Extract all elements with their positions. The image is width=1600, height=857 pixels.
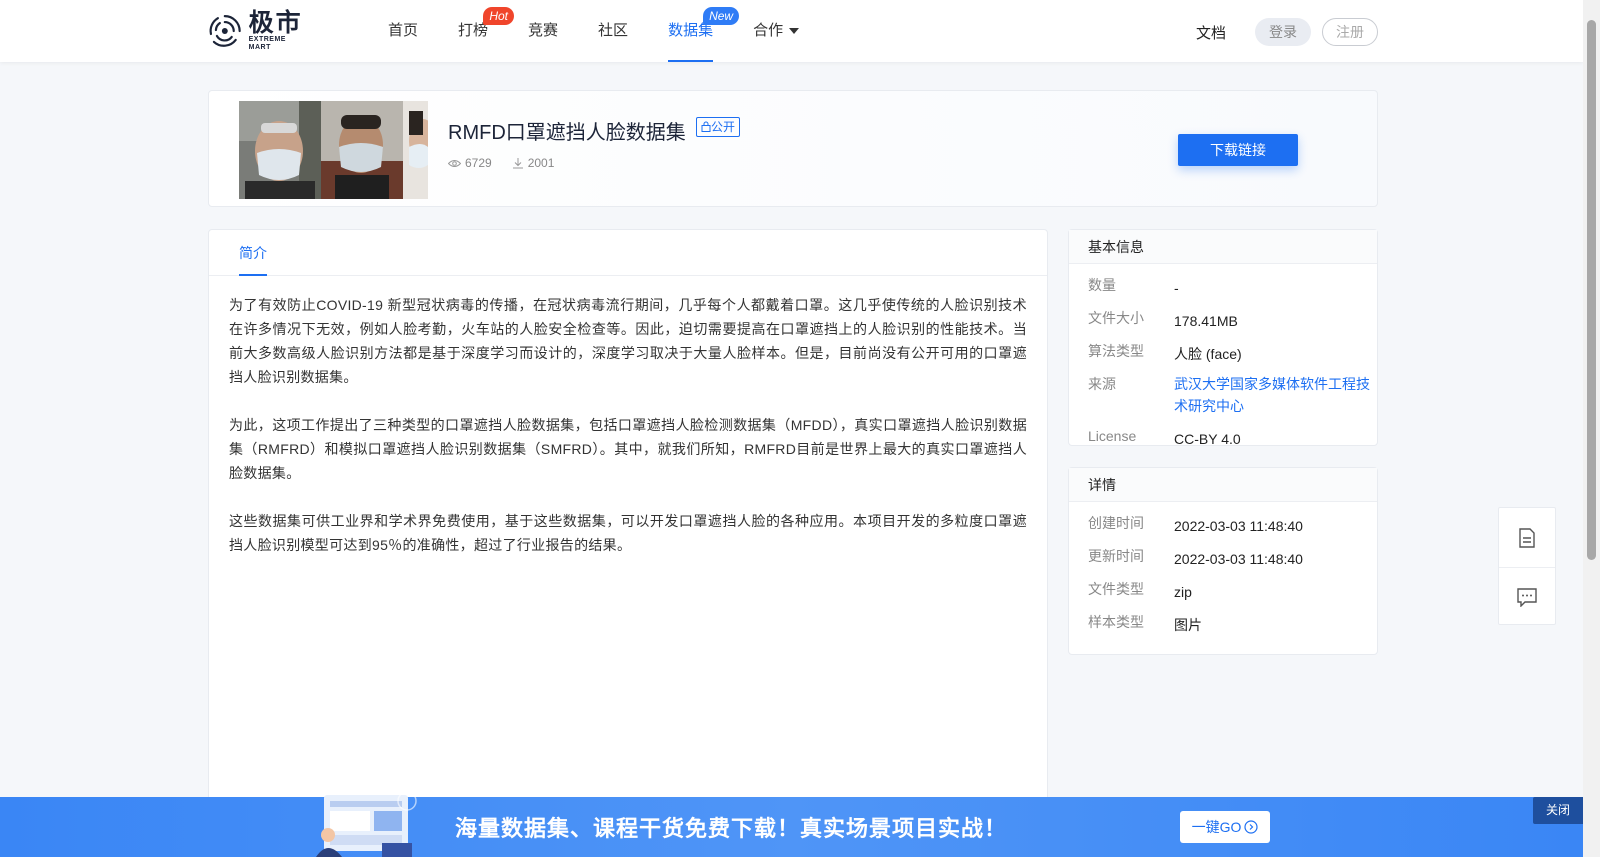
- basic-info-title: 基本信息: [1069, 230, 1377, 264]
- info-row-license: License CC-BY 4.0: [1088, 428, 1241, 447]
- nav-cooperation[interactable]: 合作: [733, 0, 819, 62]
- dataset-summary-card: RMFD口罩遮挡人脸数据集 公开 6729 2001 下载链接: [208, 90, 1378, 207]
- downloads-stat: 2001: [512, 156, 555, 170]
- intro-paragraph: 为了有效防止COVID-19 新型冠状病毒的传播，在冠状病毒流行期间，几乎每个人…: [229, 297, 1027, 385]
- info-row-quantity: 数量 -: [1088, 277, 1179, 296]
- feedback-tool[interactable]: [1499, 567, 1555, 626]
- go-button[interactable]: 一键GO: [1180, 811, 1270, 843]
- details-title: 详情: [1069, 468, 1377, 502]
- detail-row-created: 创建时间 2022-03-03 11:48:40: [1088, 515, 1303, 534]
- docs-link[interactable]: 文档: [1196, 22, 1226, 43]
- message-icon: [1517, 587, 1537, 607]
- download-icon: [512, 158, 523, 169]
- lock-icon: [701, 121, 711, 132]
- logo-text-cn: 极市: [248, 9, 303, 37]
- nav-leaderboard[interactable]: 打榜 Hot: [438, 0, 515, 62]
- download-link-button[interactable]: 下载链接: [1178, 134, 1298, 166]
- document-tool[interactable]: [1499, 508, 1555, 567]
- intro-tabs: 简介: [209, 230, 1047, 276]
- detail-row-sample-type: 样本类型 图片: [1088, 614, 1202, 633]
- close-banner-button[interactable]: 关闭: [1533, 797, 1583, 824]
- top-header: 极市 EXTREME MART 首页 打榜 Hot 竞赛 社区 数据集 New 合作…: [0, 0, 1583, 62]
- basic-info-panel: 基本信息 数量 - 文件大小 178.41MB 算法类型 人脸 (face) 来源 武…: [1068, 229, 1378, 447]
- info-row-algorithm: 算法类型 人脸 (face): [1088, 343, 1242, 362]
- thumbnail-image-1: [239, 101, 321, 199]
- views-stat: 6729: [448, 156, 492, 170]
- source-link[interactable]: 武汉大学国家多媒体软件工程技术研究中心: [1174, 373, 1374, 417]
- visibility-tag: 公开: [696, 117, 741, 137]
- caret-down-icon: [789, 28, 800, 35]
- page-scrollbar[interactable]: [1583, 0, 1600, 857]
- info-row-source: 来源 武汉大学国家多媒体软件工程技术研究中心: [1088, 373, 1377, 417]
- detail-row-file-type: 文件类型 zip: [1088, 581, 1192, 600]
- login-button[interactable]: 登录: [1255, 18, 1311, 46]
- downloads-count: 2001: [527, 156, 555, 170]
- site-logo[interactable]: 极市 EXTREME MART: [206, 9, 310, 51]
- scrollbar-thumb[interactable]: [1587, 20, 1596, 560]
- nav-community[interactable]: 社区: [578, 0, 648, 62]
- dataset-stats: 6729 2001: [448, 156, 574, 170]
- logo-text-en: EXTREME MART: [248, 36, 286, 51]
- dataset-thumbnail: [239, 101, 428, 199]
- intro-paragraph: 这些数据集可供工业界和学术界免费使用，基于这些数据集，可以开发口罩遮挡人脸的各种…: [229, 513, 1027, 553]
- views-count: 6729: [465, 156, 492, 170]
- nav-datasets[interactable]: 数据集 New: [648, 0, 740, 62]
- info-row-file-size: 文件大小 178.41MB: [1088, 310, 1238, 329]
- intro-content: 为了有效防止COVID-19 新型冠状病毒的传播，在冠状病毒流行期间，几乎每个人…: [209, 276, 1047, 557]
- main-nav: 首页 打榜 Hot 竞赛 社区 数据集 New 合作: [368, 0, 819, 62]
- intro-paragraph: 为此，这项工作提出了三种类型的口罩遮挡人脸数据集，包括口罩遮挡人脸检测数据集（M…: [229, 417, 1027, 481]
- banner-illustration: [316, 791, 417, 857]
- details-panel: 详情 创建时间 2022-03-03 11:48:40 更新时间 2022-03-0…: [1068, 467, 1378, 655]
- thumbnail-image-2: [321, 101, 403, 199]
- document-icon: [1519, 527, 1535, 548]
- detail-row-updated: 更新时间 2022-03-03 11:48:40: [1088, 548, 1303, 567]
- intro-panel: 简介 为了有效防止COVID-19 新型冠状病毒的传播，在冠状病毒流行期间，几乎…: [208, 229, 1048, 857]
- banner-text: 海量数据集、课程干货免费下载！真实场景项目实战！: [455, 816, 1008, 841]
- nav-home[interactable]: 首页: [368, 0, 438, 62]
- promo-banner: 海量数据集、课程干货免费下载！真实场景项目实战！ 一键GO: [0, 791, 1583, 857]
- arrow-circle-icon: [1244, 820, 1258, 834]
- nav-competition[interactable]: 竞赛: [508, 0, 578, 62]
- thumbnail-image-3: [403, 101, 428, 199]
- logo-mark-icon: [209, 15, 241, 47]
- tab-intro[interactable]: 简介: [239, 230, 267, 276]
- register-button[interactable]: 注册: [1322, 18, 1378, 46]
- dataset-title: RMFD口罩遮挡人脸数据集: [448, 122, 686, 144]
- floating-toolbar: [1498, 507, 1556, 625]
- eye-icon: [448, 159, 461, 167]
